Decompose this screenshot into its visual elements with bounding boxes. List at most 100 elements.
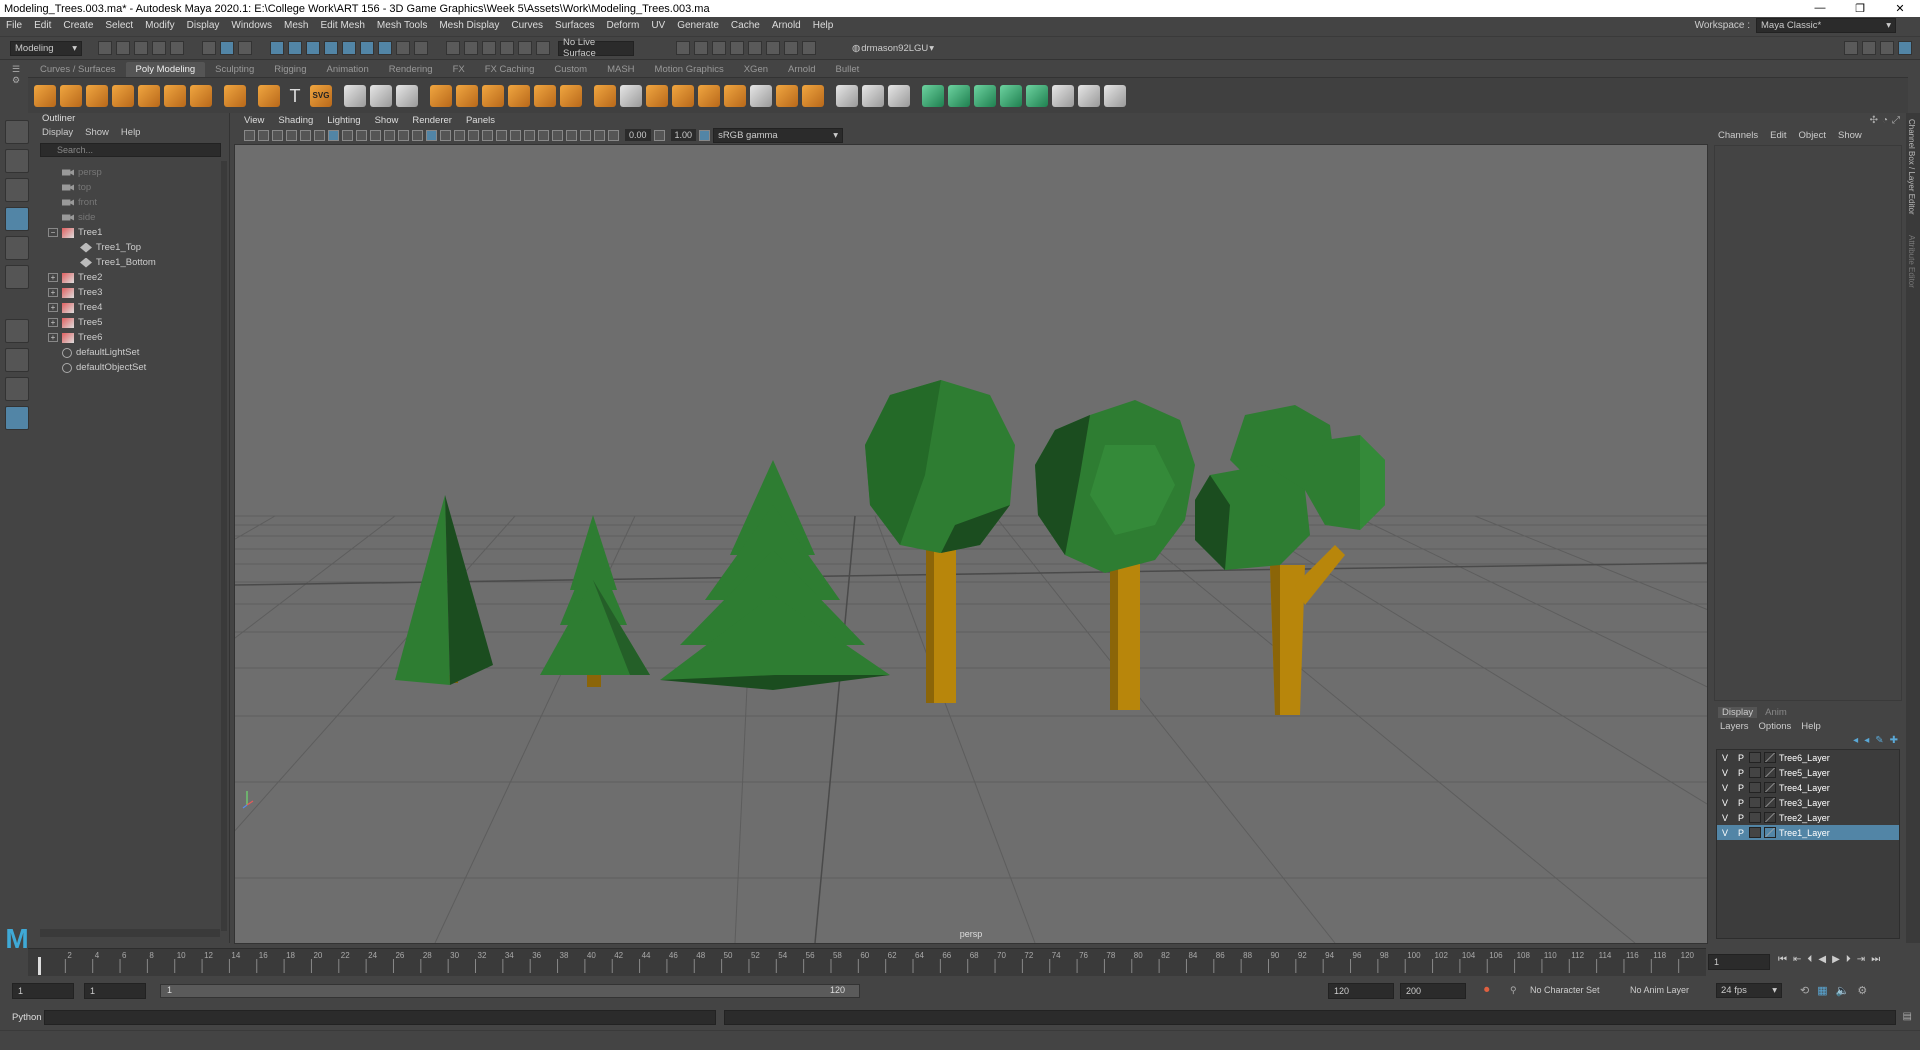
grid-toggle-icon[interactable] xyxy=(328,129,339,141)
outliner-item-side[interactable]: side xyxy=(40,210,233,225)
select-camera-icon[interactable] xyxy=(244,129,255,141)
color-management-icon[interactable] xyxy=(699,129,711,141)
layer-row[interactable]: V P Tree5_Layer xyxy=(1717,765,1899,780)
range-slider[interactable]: 1 120 xyxy=(160,984,860,998)
shelf-tab-arnold[interactable]: Arnold xyxy=(778,62,825,77)
snap-curve-icon[interactable] xyxy=(464,41,478,55)
move-tool-icon[interactable] xyxy=(5,207,29,231)
shelf-tab-mash[interactable]: MASH xyxy=(597,62,644,77)
outliner-item-persp[interactable]: persp xyxy=(40,165,233,180)
boolean-intersection-icon[interactable] xyxy=(482,84,504,107)
connect-icon[interactable] xyxy=(888,84,910,107)
shelf-tab-xgen[interactable]: XGen xyxy=(734,62,778,77)
image-plane-icon[interactable] xyxy=(286,129,297,141)
field-chart-icon[interactable] xyxy=(384,129,395,141)
render-frame-icon[interactable] xyxy=(676,41,690,55)
outliner-item-defaultobjectset[interactable]: defaultObjectSet xyxy=(40,360,233,375)
platonic-solid-icon[interactable] xyxy=(224,84,246,107)
layer-playback-toggle[interactable]: P xyxy=(1733,828,1749,838)
poly-sphere-icon[interactable] xyxy=(34,84,56,107)
arnold-render-icon[interactable] xyxy=(766,41,780,55)
viewport-menu-lighting[interactable]: Lighting xyxy=(327,115,360,126)
live-surface-field[interactable]: No Live Surface xyxy=(558,37,634,59)
menu-mesh[interactable]: Mesh xyxy=(284,20,308,31)
make-live-icon[interactable] xyxy=(536,41,550,55)
layer-menu-options[interactable]: Options xyxy=(1759,721,1792,732)
color-space-dropdown[interactable]: sRGB gamma ▾ xyxy=(713,127,844,143)
minimize-button[interactable]: — xyxy=(1800,2,1840,15)
exposure-icon[interactable] xyxy=(608,129,619,141)
anim-layer-label[interactable]: No Anim Layer xyxy=(1630,985,1689,995)
float-icon[interactable]: ⤢ xyxy=(1892,115,1900,126)
outliner-item-tree5[interactable]: + Tree5 xyxy=(40,315,233,330)
expand-icon[interactable]: + xyxy=(48,288,58,297)
new-scene-icon[interactable] xyxy=(98,41,112,55)
toggle-attribute-editor-icon[interactable] xyxy=(1862,41,1876,55)
step-back-frame-icon[interactable]: ⏴ xyxy=(1807,954,1812,965)
channel-menu-channels[interactable]: Channels xyxy=(1718,130,1758,141)
layer-color-swatch[interactable] xyxy=(1749,767,1761,778)
shadows-icon[interactable] xyxy=(482,129,493,141)
bevel-icon[interactable] xyxy=(646,84,668,107)
script-editor-icon[interactable]: ▤ xyxy=(1903,1011,1912,1022)
open-scene-icon[interactable] xyxy=(116,41,130,55)
perspective-viewport[interactable]: persp xyxy=(0,144,1920,944)
channel-menu-object[interactable]: Object xyxy=(1799,130,1826,141)
poly-cube-icon[interactable] xyxy=(60,84,82,107)
camera-attributes-icon[interactable] xyxy=(258,129,269,141)
layer-visibility-toggle[interactable]: V xyxy=(1717,828,1733,838)
separate-icon[interactable] xyxy=(370,84,392,107)
use-all-lights-icon[interactable] xyxy=(468,129,479,141)
type-text-icon[interactable]: T xyxy=(284,85,306,107)
pause-icon[interactable] xyxy=(802,41,816,55)
layer-visibility-toggle[interactable]: V xyxy=(1717,813,1733,823)
quad-draw-icon[interactable] xyxy=(922,84,944,107)
scene-end-field[interactable]: 200 xyxy=(1400,983,1466,999)
close-button[interactable]: ✕ xyxy=(1880,2,1920,15)
menu-help[interactable]: Help xyxy=(813,20,834,31)
shelf-tab-bullet[interactable]: Bullet xyxy=(825,62,869,77)
layer-playback-toggle[interactable]: P xyxy=(1733,753,1749,763)
select-render-icon[interactable] xyxy=(378,41,392,55)
select-tool-icon[interactable] xyxy=(5,120,29,144)
menu-edit[interactable]: Edit xyxy=(34,20,51,31)
outliner-item-tree1-bottom[interactable]: Tree1_Bottom xyxy=(40,255,233,270)
shelf-tab-rigging[interactable]: Rigging xyxy=(264,62,316,77)
menuset-dropdown[interactable]: Modeling ▾ xyxy=(10,40,82,56)
poke-icon[interactable] xyxy=(724,84,746,107)
lock-icon[interactable]: ◔ xyxy=(1882,115,1888,126)
select-surface-icon[interactable] xyxy=(324,41,338,55)
layer-color-swatch[interactable] xyxy=(1749,797,1761,808)
layer-visibility-toggle[interactable]: V xyxy=(1717,798,1733,808)
workspace-dropdown[interactable]: Maya Classic* ▾ xyxy=(1756,18,1896,33)
mirror-icon[interactable] xyxy=(508,84,530,107)
uv-editor-icon[interactable] xyxy=(1052,84,1074,107)
scene-start-field[interactable]: 1 xyxy=(12,983,74,999)
go-to-start-icon[interactable]: ⏮ xyxy=(1778,954,1787,965)
persp-outliner-layout-icon[interactable] xyxy=(5,377,29,401)
menu-deform[interactable]: Deform xyxy=(607,20,640,31)
outliner-item-tree6[interactable]: + Tree6 xyxy=(40,330,233,345)
layer-row[interactable]: V P Tree6_Layer xyxy=(1717,750,1899,765)
exposure-field[interactable]: 0.00 xyxy=(625,129,651,141)
menu-file[interactable]: File xyxy=(6,20,22,31)
four-view-layout-icon[interactable] xyxy=(5,348,29,372)
step-forward-frame-icon[interactable]: ⏵ xyxy=(1846,954,1851,965)
paint-select-tool-icon[interactable] xyxy=(5,178,29,202)
poly-cone-icon[interactable] xyxy=(112,84,134,107)
multi-cut-icon[interactable] xyxy=(836,84,858,107)
two-d-pan-zoom-icon[interactable] xyxy=(300,129,311,141)
poly-plane-icon[interactable] xyxy=(164,84,186,107)
layer-row[interactable]: V P Tree4_Layer xyxy=(1717,780,1899,795)
pin-icon[interactable]: ✣ xyxy=(1870,115,1878,126)
sound-icon[interactable]: 🔈 xyxy=(1836,984,1850,997)
viewport-menu-renderer[interactable]: Renderer xyxy=(412,115,452,126)
automatic-uv-icon[interactable] xyxy=(974,84,996,107)
outliner-item-tree4[interactable]: + Tree4 xyxy=(40,300,233,315)
planar-uv-icon[interactable] xyxy=(948,84,970,107)
layer-menu-layers[interactable]: Layers xyxy=(1720,721,1749,732)
auto-key-icon[interactable]: ⏺ xyxy=(1484,984,1490,997)
play-forwards-icon[interactable]: ▶ xyxy=(1832,954,1840,965)
menu-mesh-display[interactable]: Mesh Display xyxy=(439,20,499,31)
playback-end-field[interactable]: 120 xyxy=(1328,983,1394,999)
